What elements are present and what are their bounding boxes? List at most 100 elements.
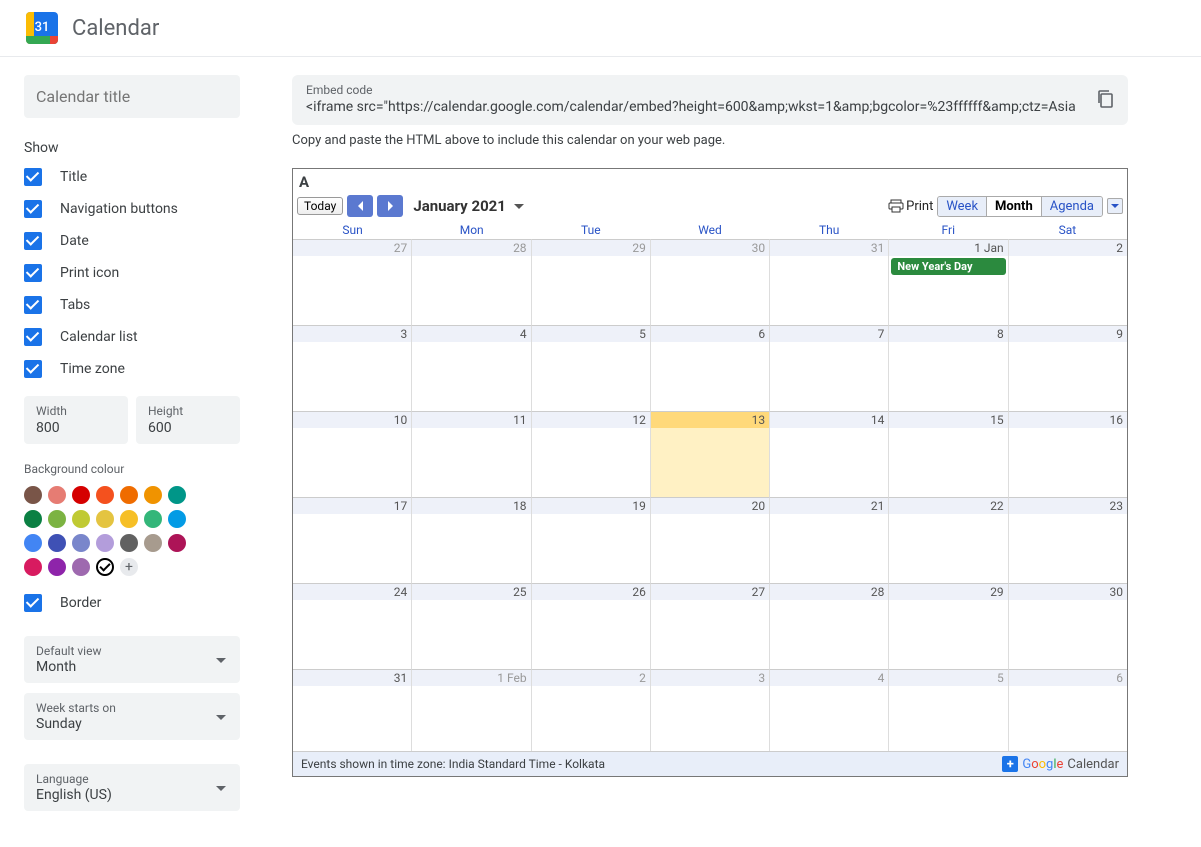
day-cell[interactable]: 26: [532, 583, 651, 669]
color-swatch[interactable]: [48, 486, 66, 504]
day-cell[interactable]: 8: [889, 325, 1008, 411]
color-swatch[interactable]: [96, 486, 114, 504]
color-swatch[interactable]: [168, 510, 186, 528]
color-swatch[interactable]: [24, 486, 42, 504]
show-opt-0[interactable]: Title: [24, 168, 240, 186]
calendar-title-input[interactable]: [24, 75, 240, 118]
google-calendar-link[interactable]: + Google Calendar: [1002, 756, 1119, 772]
day-cell[interactable]: 27: [293, 239, 412, 325]
dow-header: Mon: [412, 221, 531, 239]
color-swatch[interactable]: [96, 534, 114, 552]
day-cell[interactable]: 13: [651, 411, 770, 497]
day-cell[interactable]: 1 JanNew Year's Day: [889, 239, 1008, 325]
day-cell[interactable]: 4: [770, 669, 889, 751]
day-cell[interactable]: 18: [412, 497, 531, 583]
agenda-dropdown-icon[interactable]: [1107, 198, 1123, 214]
day-cell[interactable]: 5: [889, 669, 1008, 751]
color-swatch[interactable]: [168, 486, 186, 504]
select-1[interactable]: Week starts onSunday: [24, 693, 240, 740]
day-cell[interactable]: 6: [1009, 669, 1127, 751]
show-opt-1[interactable]: Navigation buttons: [24, 200, 240, 218]
color-swatch[interactable]: [168, 534, 186, 552]
day-cell[interactable]: 3: [293, 325, 412, 411]
copy-icon[interactable]: [1096, 89, 1114, 109]
select-0[interactable]: Default viewMonth: [24, 636, 240, 683]
color-swatch[interactable]: [48, 558, 66, 576]
color-swatch[interactable]: [24, 534, 42, 552]
day-cell[interactable]: 9: [1009, 325, 1127, 411]
day-cell[interactable]: 1 Feb: [412, 669, 531, 751]
color-swatch[interactable]: [72, 558, 90, 576]
tab-month[interactable]: Month: [987, 197, 1042, 216]
color-swatch-selected[interactable]: [96, 558, 114, 576]
day-cell[interactable]: 2: [1009, 239, 1127, 325]
day-cell[interactable]: 30: [651, 239, 770, 325]
show-opt-6[interactable]: Time zone: [24, 360, 240, 378]
color-swatch[interactable]: [96, 510, 114, 528]
color-swatch[interactable]: [72, 510, 90, 528]
day-cell[interactable]: 10: [293, 411, 412, 497]
day-cell[interactable]: 23: [1009, 497, 1127, 583]
height-input[interactable]: Height600: [136, 396, 240, 444]
color-swatch[interactable]: [72, 486, 90, 504]
checkbox-icon: [24, 296, 42, 314]
month-dropdown-icon[interactable]: [514, 204, 524, 214]
day-cell[interactable]: 11: [412, 411, 531, 497]
embed-code-text[interactable]: <iframe src="https://calendar.google.com…: [306, 99, 1076, 115]
day-cell[interactable]: 3: [651, 669, 770, 751]
day-cell[interactable]: 14: [770, 411, 889, 497]
color-swatch[interactable]: [24, 510, 42, 528]
border-checkbox[interactable]: Border: [24, 594, 240, 612]
today-button[interactable]: Today: [297, 197, 343, 215]
day-cell[interactable]: 15: [889, 411, 1008, 497]
tab-agenda[interactable]: Agenda: [1042, 197, 1102, 216]
day-cell[interactable]: 16: [1009, 411, 1127, 497]
day-cell[interactable]: 4: [412, 325, 531, 411]
day-cell[interactable]: 29: [889, 583, 1008, 669]
show-opt-5[interactable]: Calendar list: [24, 328, 240, 346]
day-cell[interactable]: 19: [532, 497, 651, 583]
next-button[interactable]: [377, 195, 403, 217]
show-opt-3[interactable]: Print icon: [24, 264, 240, 282]
color-swatch[interactable]: [144, 486, 162, 504]
day-cell[interactable]: 12: [532, 411, 651, 497]
day-cell[interactable]: 2: [532, 669, 651, 751]
day-cell[interactable]: 21: [770, 497, 889, 583]
color-swatch[interactable]: [24, 558, 42, 576]
day-cell[interactable]: 31: [770, 239, 889, 325]
width-input[interactable]: Width800: [24, 396, 128, 444]
color-swatch[interactable]: [144, 534, 162, 552]
day-cell[interactable]: 5: [532, 325, 651, 411]
day-cell[interactable]: 7: [770, 325, 889, 411]
day-cell[interactable]: 20: [651, 497, 770, 583]
color-add-button[interactable]: +: [120, 558, 138, 576]
day-cell[interactable]: 25: [412, 583, 531, 669]
day-cell[interactable]: 30: [1009, 583, 1127, 669]
prev-button[interactable]: [347, 195, 373, 217]
day-cell[interactable]: 28: [770, 583, 889, 669]
event[interactable]: New Year's Day: [891, 258, 1005, 275]
color-swatch[interactable]: [120, 510, 138, 528]
day-cell[interactable]: 22: [889, 497, 1008, 583]
color-swatch[interactable]: [48, 534, 66, 552]
day-cell[interactable]: 29: [532, 239, 651, 325]
color-swatch[interactable]: [144, 510, 162, 528]
color-swatch[interactable]: [72, 534, 90, 552]
tab-week[interactable]: Week: [938, 197, 987, 216]
day-cell[interactable]: 6: [651, 325, 770, 411]
print-button[interactable]: Print: [888, 198, 933, 214]
color-swatch[interactable]: [48, 510, 66, 528]
day-cell[interactable]: 31: [293, 669, 412, 751]
day-cell[interactable]: 28: [412, 239, 531, 325]
show-opt-2[interactable]: Date: [24, 232, 240, 250]
color-swatch[interactable]: [120, 534, 138, 552]
show-opt-4[interactable]: Tabs: [24, 296, 240, 314]
week-row: 24252627282930: [293, 583, 1127, 669]
day-cell[interactable]: 24: [293, 583, 412, 669]
day-cell[interactable]: 17: [293, 497, 412, 583]
week-row: 3456789: [293, 325, 1127, 411]
dow-header: Sat: [1008, 221, 1127, 239]
day-cell[interactable]: 27: [651, 583, 770, 669]
color-swatch[interactable]: [120, 486, 138, 504]
select-2[interactable]: LanguageEnglish (US): [24, 764, 240, 811]
